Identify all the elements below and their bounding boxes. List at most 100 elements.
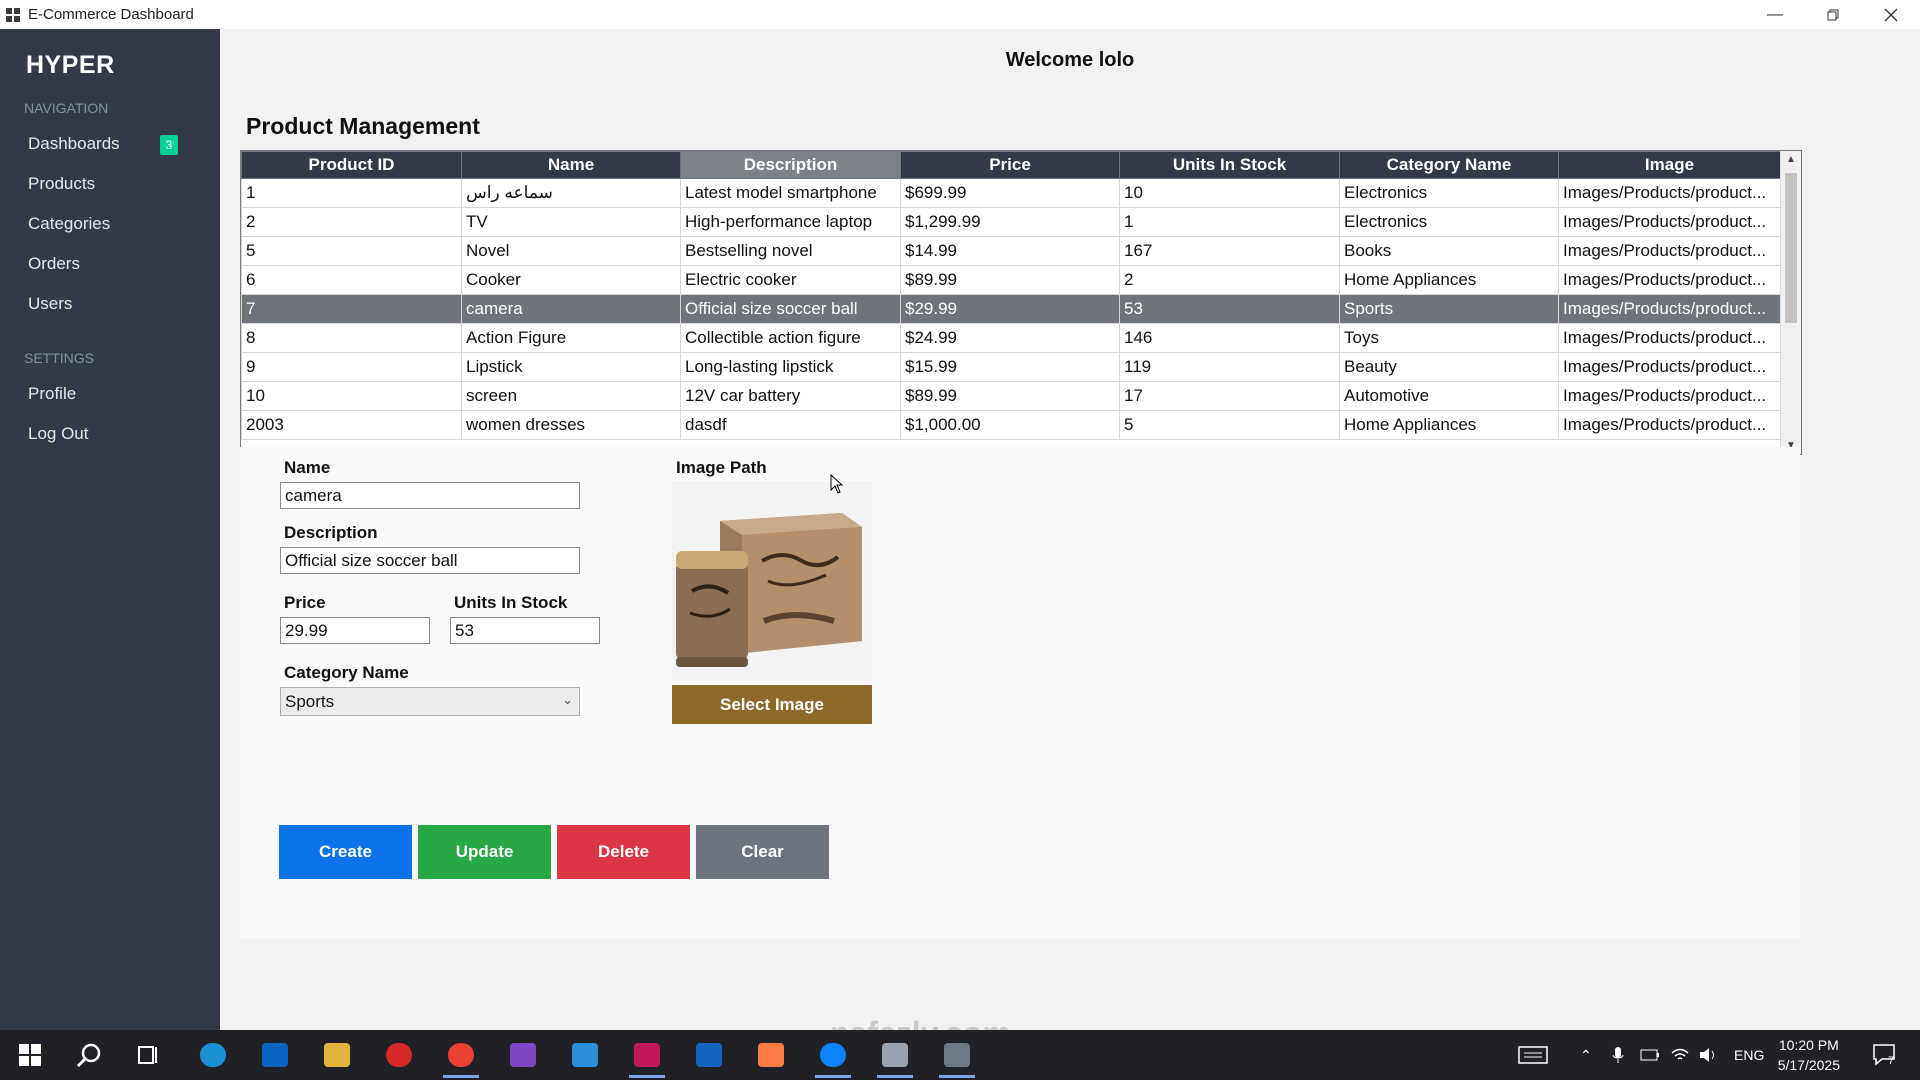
app-icon bbox=[6, 7, 22, 22]
microphone-icon[interactable] bbox=[1612, 1030, 1624, 1080]
sidebar-item-profile[interactable]: Profile bbox=[28, 384, 76, 404]
clock-time: 10:20 PM bbox=[1778, 1037, 1839, 1053]
delete-button[interactable]: Delete bbox=[557, 825, 690, 879]
category-name-label: Category Name bbox=[284, 663, 409, 682]
table-row[interactable]: 1 سماعه راس Latest model smartphone $699.99… bbox=[241, 178, 1781, 208]
clock-date: 5/17/2025 bbox=[1777, 1057, 1840, 1073]
chevron-up-icon[interactable]: ⌃ bbox=[1580, 1030, 1592, 1080]
app-dashboard-icon[interactable] bbox=[939, 1043, 975, 1078]
keyboard-icon[interactable] bbox=[1518, 1030, 1548, 1080]
column-header-name[interactable]: Name bbox=[461, 151, 681, 179]
column-header-units-in-stock[interactable]: Units In Stock bbox=[1119, 151, 1340, 179]
file-explorer-icon[interactable] bbox=[324, 1043, 350, 1067]
table-row[interactable]: 2003 women dresses dasdf $1,000.00 5 Home App… bbox=[241, 410, 1781, 440]
product-image-preview bbox=[672, 481, 872, 681]
wifi-icon[interactable] bbox=[1670, 1030, 1690, 1080]
table-cell: Electronics bbox=[1339, 178, 1559, 208]
column-header-image[interactable]: Image bbox=[1558, 151, 1781, 179]
volume-icon[interactable] bbox=[1698, 1030, 1718, 1080]
mcafee-icon[interactable] bbox=[386, 1043, 412, 1067]
category-selected-value: Sports bbox=[285, 691, 335, 711]
sidebar: HYPER NAVIGATION Dashboards 3 Products C… bbox=[0, 29, 220, 1030]
search-icon[interactable] bbox=[76, 1043, 102, 1068]
column-header-description[interactable]: Description bbox=[680, 151, 901, 179]
table-cell: سماعه راس bbox=[461, 178, 681, 208]
webstorm-icon[interactable] bbox=[696, 1043, 722, 1067]
table-cell: 146 bbox=[1119, 323, 1340, 353]
sidebar-item-products[interactable]: Products bbox=[28, 174, 95, 194]
table-cell: 53 bbox=[1119, 294, 1340, 324]
table-cell: $29.99 bbox=[900, 294, 1120, 324]
column-header-price[interactable]: Price bbox=[900, 151, 1120, 179]
column-header-product-id[interactable]: Product ID bbox=[241, 151, 462, 179]
table-cell: Long-lasting lipstick bbox=[680, 352, 901, 382]
price-input[interactable] bbox=[280, 617, 430, 644]
table-cell: Lipstick bbox=[461, 352, 681, 382]
table-cell: screen bbox=[461, 381, 681, 411]
sidebar-item-categories[interactable]: Categories bbox=[28, 214, 110, 234]
table-row[interactable]: 7 camera Official size soccer ball $29.99 53… bbox=[241, 294, 1781, 324]
minimize-icon[interactable]: — bbox=[1746, 0, 1804, 29]
description-input[interactable] bbox=[280, 547, 580, 574]
clear-button[interactable]: Clear bbox=[696, 825, 829, 879]
chrome-icon[interactable] bbox=[443, 1043, 479, 1078]
windows-start-icon[interactable] bbox=[18, 1043, 44, 1067]
page-title: Product Management bbox=[246, 113, 480, 139]
table-cell: 167 bbox=[1119, 236, 1340, 266]
mouse-pointer-icon bbox=[830, 474, 844, 494]
create-button[interactable]: Create bbox=[279, 825, 412, 879]
sidebar-item-logout[interactable]: Log Out bbox=[28, 424, 89, 444]
app-gear-icon[interactable] bbox=[815, 1043, 851, 1078]
edge-browser-icon[interactable] bbox=[200, 1043, 226, 1067]
vscode-icon[interactable] bbox=[572, 1043, 598, 1067]
table-row[interactable]: 9 Lipstick Long-lasting lipstick $15.99 119 B… bbox=[241, 352, 1781, 382]
task-view-icon[interactable] bbox=[136, 1043, 162, 1067]
sidebar-item-dashboards[interactable]: Dashboards bbox=[28, 134, 120, 154]
select-image-button[interactable]: Select Image bbox=[672, 685, 872, 724]
table-row[interactable]: 2 TV High-performance laptop $1,299.99 1 Elec… bbox=[241, 207, 1781, 237]
table-row[interactable]: 10 screen 12V car battery $89.99 17 Automotiv… bbox=[241, 381, 1781, 411]
language-indicator[interactable]: ENG bbox=[1734, 1030, 1764, 1080]
table-row[interactable]: 8 Action Figure Collectible action figure $… bbox=[241, 323, 1781, 353]
welcome-message: Welcome lolo bbox=[1005, 49, 1135, 71]
close-icon[interactable] bbox=[1862, 0, 1920, 29]
table-cell: Latest model smartphone bbox=[680, 178, 901, 208]
table-row[interactable]: 6 Cooker Electric cooker $89.99 2 Home Applia… bbox=[241, 265, 1781, 295]
units-in-stock-label: Units In Stock bbox=[454, 593, 568, 612]
update-button[interactable]: Update bbox=[418, 825, 551, 879]
taskbar-clock[interactable]: 10:20 PM 5/17/2025 bbox=[1778, 1035, 1840, 1075]
table-row[interactable]: 5 Novel Bestselling novel $14.99 167 Books Ima… bbox=[241, 236, 1781, 266]
rider-icon[interactable] bbox=[629, 1043, 665, 1078]
products-table[interactable]: Product ID Name Description Price Units … bbox=[240, 150, 1802, 455]
app-window-icon[interactable] bbox=[877, 1043, 913, 1078]
column-header-category-name[interactable]: Category Name bbox=[1339, 151, 1559, 179]
sidebar-item-orders[interactable]: Orders bbox=[28, 254, 80, 274]
battery-icon[interactable] bbox=[1640, 1030, 1660, 1080]
table-cell: $15.99 bbox=[900, 352, 1120, 382]
visual-studio-icon[interactable] bbox=[510, 1043, 536, 1067]
table-cell: Images/Products/product... bbox=[1558, 265, 1781, 295]
table-body: 1 سماعه راس Latest model smartphone $699.99… bbox=[241, 178, 1781, 440]
table-scrollbar[interactable]: ▲ ▼ bbox=[1780, 151, 1801, 454]
table-cell: Home Appliances bbox=[1339, 265, 1559, 295]
scroll-up-icon[interactable]: ▲ bbox=[1781, 154, 1801, 165]
brand-logo: HYPER bbox=[26, 51, 115, 79]
outlook-icon[interactable] bbox=[262, 1043, 288, 1067]
table-cell: 5 bbox=[1119, 410, 1340, 440]
units-in-stock-input[interactable] bbox=[450, 617, 600, 644]
copilot-icon[interactable] bbox=[758, 1043, 784, 1067]
table-cell: Toys bbox=[1339, 323, 1559, 353]
image-path-label: Image Path bbox=[676, 458, 767, 477]
scrollbar-thumb[interactable] bbox=[1785, 173, 1797, 323]
table-header-row: Product ID Name Description Price Units … bbox=[241, 151, 1781, 179]
table-cell: dasdf bbox=[680, 410, 901, 440]
restore-icon[interactable] bbox=[1804, 0, 1862, 29]
settings-section-label: SETTINGS bbox=[24, 350, 95, 366]
sidebar-item-users[interactable]: Users bbox=[28, 294, 72, 314]
table-cell: 9 bbox=[241, 352, 462, 382]
category-select[interactable]: Sports ⌄ bbox=[280, 687, 580, 716]
table-cell: TV bbox=[461, 207, 681, 237]
sidebar-item-label: Products bbox=[28, 174, 96, 193]
notification-icon[interactable]: 7 bbox=[1872, 1030, 1904, 1080]
name-input[interactable] bbox=[280, 482, 580, 509]
